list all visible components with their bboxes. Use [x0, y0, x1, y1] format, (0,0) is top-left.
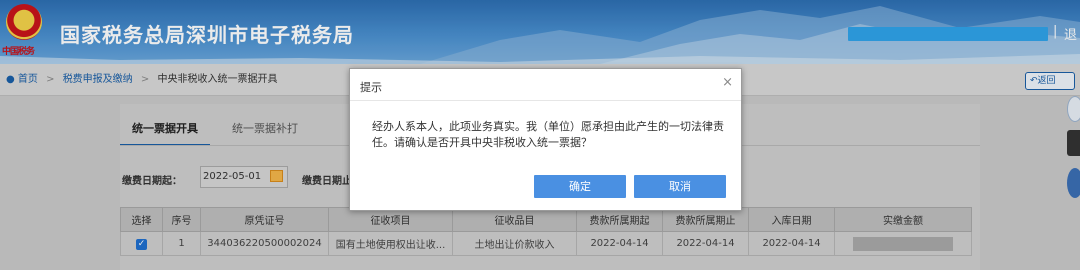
- dialog-divider: [350, 100, 741, 101]
- cancel-button[interactable]: 取消: [634, 175, 726, 198]
- dialog-message: 经办人系本人，此项业务真实。我（单位）愿承担由此产生的一切法律责任。请确认是否开…: [372, 120, 724, 149]
- confirm-button[interactable]: 确定: [534, 175, 626, 198]
- dialog-title: 提示: [360, 81, 382, 94]
- confirm-dialog: 提示 × 经办人系本人，此项业务真实。我（单位）愿承担由此产生的一切法律责任。请…: [349, 68, 742, 211]
- close-icon[interactable]: ×: [722, 75, 733, 90]
